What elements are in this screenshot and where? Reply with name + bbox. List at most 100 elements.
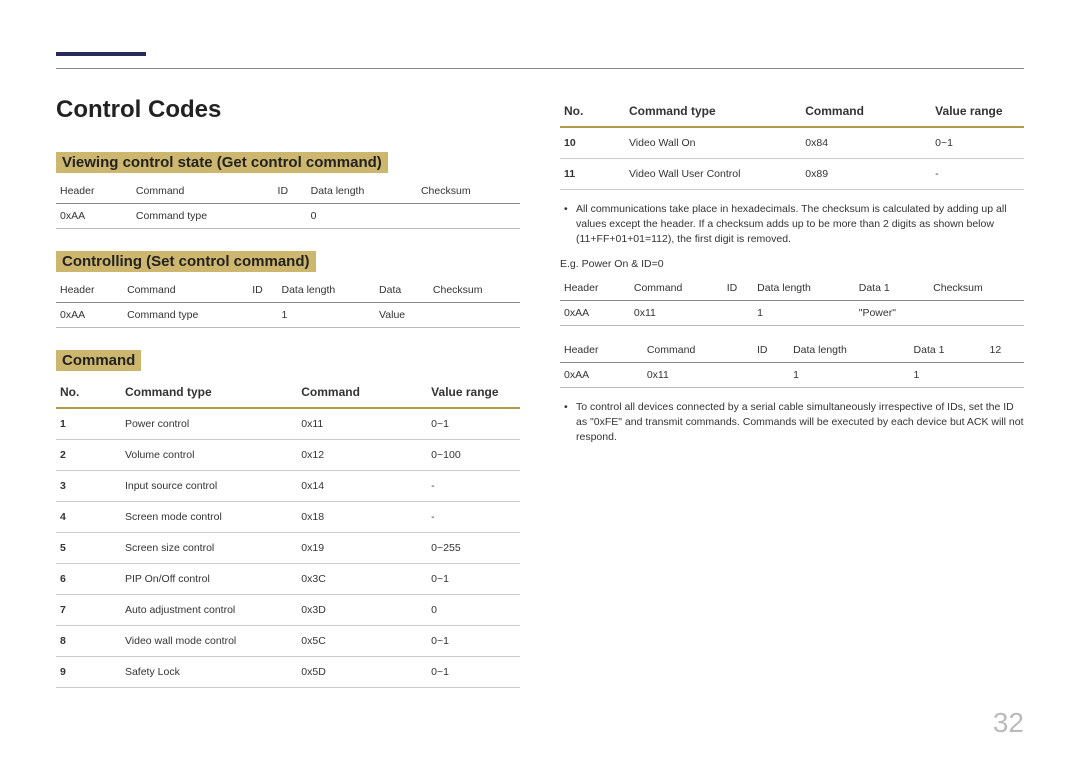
td-range: 0~1 bbox=[427, 564, 520, 595]
td bbox=[986, 362, 1024, 387]
td-type: Volume control bbox=[121, 440, 297, 471]
td-cmd: 0x18 bbox=[297, 502, 427, 533]
th: Checksum bbox=[929, 276, 1024, 301]
example-table-1: Header Command ID Data length Data 1 Che… bbox=[560, 276, 1024, 326]
td: 1 bbox=[278, 303, 376, 328]
table-row: 5Screen size control0x190~255 bbox=[56, 533, 520, 564]
td-no: 9 bbox=[56, 657, 121, 688]
td-cmd: 0x5C bbox=[297, 626, 427, 657]
set-table: Header Command ID Data length Data Check… bbox=[56, 278, 520, 328]
td-type: Screen size control bbox=[121, 533, 297, 564]
td bbox=[753, 362, 789, 387]
td: Command type bbox=[123, 303, 248, 328]
th: Header bbox=[560, 276, 630, 301]
th: Data length bbox=[753, 276, 855, 301]
right-column: No. Command type Command Value range 10V… bbox=[560, 48, 1024, 700]
note-broadcast: To control all devices connected by a se… bbox=[560, 400, 1024, 446]
td bbox=[929, 300, 1024, 325]
th: Checksum bbox=[429, 278, 520, 303]
td: "Power" bbox=[855, 300, 929, 325]
example-label: E.g. Power On & ID=0 bbox=[560, 258, 1024, 270]
td-cmd: 0x14 bbox=[297, 471, 427, 502]
table-row: 6PIP On/Off control0x3C0~1 bbox=[56, 564, 520, 595]
get-table: Header Command ID Data length Checksum 0… bbox=[56, 179, 520, 229]
td-range: 0~1 bbox=[931, 127, 1024, 159]
th: ID bbox=[753, 338, 789, 363]
td-no: 11 bbox=[560, 159, 625, 190]
td-type: Power control bbox=[121, 408, 297, 440]
td-type: Safety Lock bbox=[121, 657, 297, 688]
td-range: - bbox=[427, 502, 520, 533]
table-row: 7Auto adjustment control0x3D0 bbox=[56, 595, 520, 626]
td-range: 0~255 bbox=[427, 533, 520, 564]
td-no: 3 bbox=[56, 471, 121, 502]
td-cmd: 0x5D bbox=[297, 657, 427, 688]
table-row: 11Video Wall User Control0x89- bbox=[560, 159, 1024, 190]
command-table-right: No. Command type Command Value range 10V… bbox=[560, 96, 1024, 190]
left-column: Control Codes Viewing control state (Get… bbox=[56, 48, 520, 700]
td-type: Screen mode control bbox=[121, 502, 297, 533]
td-type: Video Wall User Control bbox=[625, 159, 801, 190]
th: Header bbox=[56, 278, 123, 303]
td: 0xAA bbox=[560, 362, 643, 387]
th: Command bbox=[132, 179, 274, 204]
table-row: 3Input source control0x14- bbox=[56, 471, 520, 502]
td-cmd: 0x11 bbox=[297, 408, 427, 440]
td: 0 bbox=[307, 204, 417, 229]
section-set-heading: Controlling (Set control command) bbox=[56, 251, 316, 272]
th: 12 bbox=[986, 338, 1024, 363]
th-range: Value range bbox=[427, 377, 520, 408]
td: 0x11 bbox=[643, 362, 753, 387]
td: 0xAA bbox=[56, 303, 123, 328]
th-type: Command type bbox=[121, 377, 297, 408]
th: Data length bbox=[307, 179, 417, 204]
header-accent bbox=[56, 52, 146, 56]
td-cmd: 0x84 bbox=[801, 127, 931, 159]
th: Header bbox=[56, 179, 132, 204]
td-cmd: 0x12 bbox=[297, 440, 427, 471]
td-range: - bbox=[931, 159, 1024, 190]
td bbox=[248, 303, 277, 328]
td-type: Video Wall On bbox=[625, 127, 801, 159]
td: 0xAA bbox=[560, 300, 630, 325]
td: Command type bbox=[132, 204, 274, 229]
td-no: 5 bbox=[56, 533, 121, 564]
td: 1 bbox=[789, 362, 909, 387]
td: 0xAA bbox=[56, 204, 132, 229]
page-number: 32 bbox=[993, 707, 1024, 739]
th-no: No. bbox=[560, 96, 625, 127]
page-content: Control Codes Viewing control state (Get… bbox=[0, 0, 1080, 730]
table-row: 8Video wall mode control0x5C0~1 bbox=[56, 626, 520, 657]
td bbox=[417, 204, 520, 229]
th: ID bbox=[248, 278, 277, 303]
note-checksum: All communications take place in hexadec… bbox=[560, 202, 1024, 248]
td-cmd: 0x89 bbox=[801, 159, 931, 190]
td-range: 0 bbox=[427, 595, 520, 626]
td: 1 bbox=[753, 300, 855, 325]
td bbox=[274, 204, 307, 229]
td-range: 0~1 bbox=[427, 626, 520, 657]
th: Header bbox=[560, 338, 643, 363]
td bbox=[723, 300, 753, 325]
header-rule bbox=[56, 68, 1024, 69]
th: Command bbox=[643, 338, 753, 363]
page-title: Control Codes bbox=[56, 96, 520, 124]
th: Command bbox=[630, 276, 723, 301]
th: Checksum bbox=[417, 179, 520, 204]
th: Data length bbox=[278, 278, 376, 303]
td-no: 4 bbox=[56, 502, 121, 533]
th: ID bbox=[723, 276, 753, 301]
th-range: Value range bbox=[931, 96, 1024, 127]
th-cmd: Command bbox=[801, 96, 931, 127]
td-type: Video wall mode control bbox=[121, 626, 297, 657]
td-type: Input source control bbox=[121, 471, 297, 502]
th-no: No. bbox=[56, 377, 121, 408]
td-no: 2 bbox=[56, 440, 121, 471]
td-cmd: 0x3D bbox=[297, 595, 427, 626]
command-table-left: No. Command type Command Value range 1Po… bbox=[56, 377, 520, 688]
td-no: 10 bbox=[560, 127, 625, 159]
example-table-2: Header Command ID Data length Data 1 12 … bbox=[560, 338, 1024, 388]
table-row: 10Video Wall On0x840~1 bbox=[560, 127, 1024, 159]
td-no: 1 bbox=[56, 408, 121, 440]
th: Data 1 bbox=[910, 338, 986, 363]
